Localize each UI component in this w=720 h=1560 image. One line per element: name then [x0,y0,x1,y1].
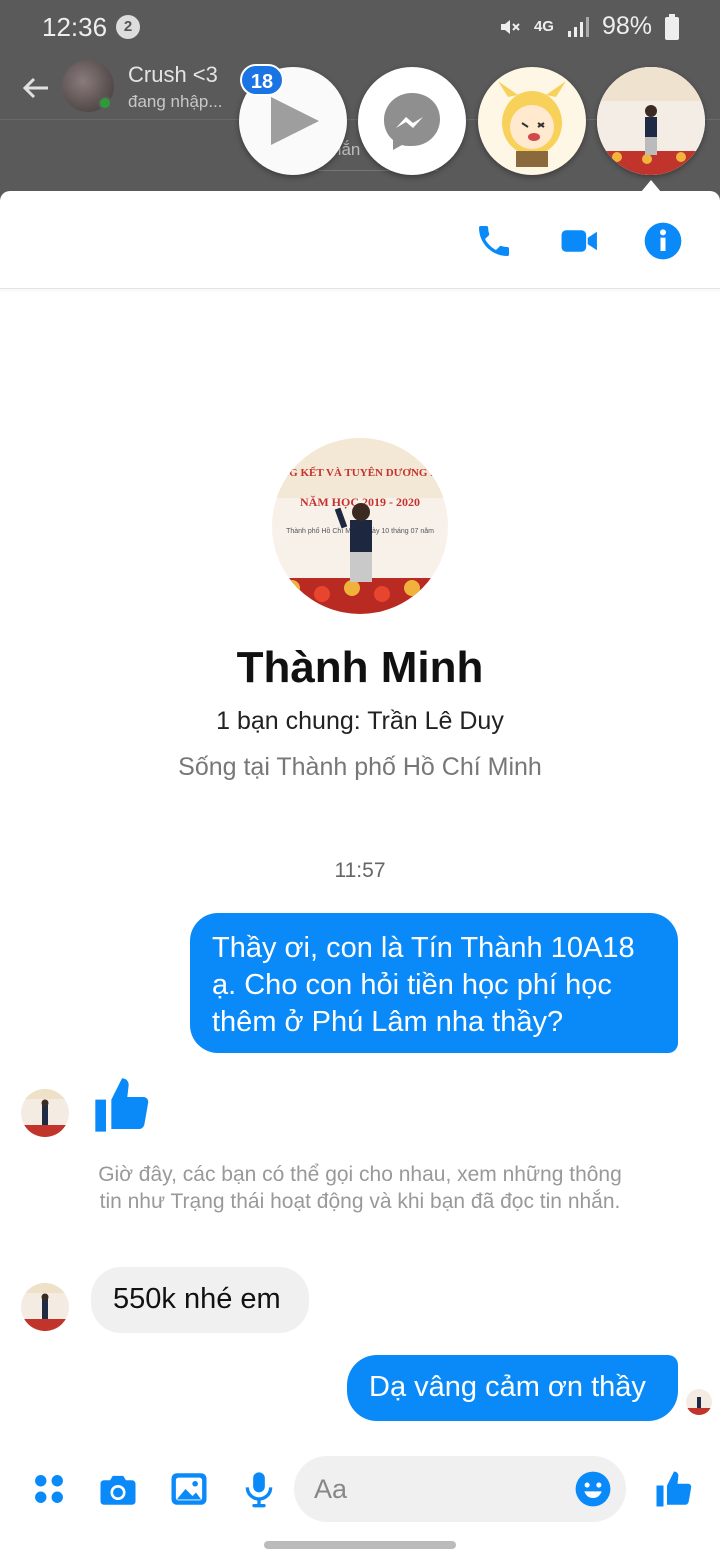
message-input-container[interactable] [294,1456,626,1522]
thumbs-up-icon [656,1471,692,1507]
profile-photo-thumb [597,67,705,175]
camera-button[interactable] [96,1467,140,1511]
mute-icon [500,19,520,34]
info-button[interactable] [643,221,683,261]
thanh-minh-chat-head[interactable] [597,67,705,175]
outgoing-message[interactable]: Dạ vâng cảm ơn thầy [347,1355,678,1421]
image-icon [171,1473,207,1505]
anime-character-icon [498,81,566,167]
voice-record-button[interactable] [237,1467,281,1511]
online-indicator [98,96,112,110]
more-actions-button[interactable] [27,1467,71,1511]
microphone-icon [245,1472,273,1508]
signal-icon [567,16,589,37]
background-contact-name: Crush <3 [128,62,218,87]
camera-icon [100,1475,136,1505]
unread-count-badge: 18 [240,64,284,96]
status-icons: 4G 98% [498,12,680,41]
notification-count-badge: 2 [116,15,140,39]
like-sticker-message[interactable] [90,1073,154,1142]
messenger-logo-icon [384,93,440,150]
contact-avatar [21,1089,69,1137]
phone-icon [479,226,509,256]
send-like-button[interactable] [652,1467,696,1511]
back-arrow-icon[interactable] [20,72,52,104]
home-gesture-handle[interactable] [264,1541,456,1549]
smiley-icon [575,1471,611,1507]
system-navigation-bar [0,1534,720,1560]
incoming-message[interactable]: 550k nhé em [91,1267,309,1333]
message-timestamp: 11:57 [334,859,386,882]
messenger-chat-head[interactable] [358,67,466,175]
video-camera-icon [561,230,597,252]
voice-call-button[interactable] [474,221,514,261]
contact-avatar [21,1283,69,1331]
photo-banner-top: NG KẾT VÀ TUYÊN DƯƠNG H [281,466,439,479]
chat-panel: NG KẾT VÀ TUYÊN DƯƠNG H NĂM HỌC 2019 - 2… [0,191,720,1560]
status-time: 12:36 [42,12,108,42]
seen-avatar-image [686,1389,712,1415]
background-contact-status: đang nhập... [128,92,223,111]
thumbs-up-icon [95,1078,149,1132]
info-icon [644,222,682,260]
system-notice: Giờ đây, các bạn có thể gọi cho nhau, xe… [98,1163,622,1213]
location-text: Sống tại Thành phố Hồ Chí Minh [178,753,542,781]
contact-avatar-image [21,1089,69,1137]
profile-photo[interactable]: NG KẾT VÀ TUYÊN DƯƠNG H NĂM HỌC 2019 - 2… [272,438,448,614]
message-composer [0,1443,720,1543]
contact-avatar-image [21,1283,69,1331]
emoji-button[interactable] [574,1470,612,1508]
status-bar: 12:36 2 4G 98% [0,0,720,56]
profile-photo-image: NG KẾT VÀ TUYÊN DƯƠNG H NĂM HỌC 2019 - 2… [272,438,448,614]
gallery-button[interactable] [167,1467,211,1511]
chat-toolbar [0,191,720,289]
mutual-friends-text: 1 bạn chung: Trần Lê Duy [216,707,504,735]
outgoing-message[interactable]: Thầy ơi, con là Tín Thành 10A18 ạ. Cho c… [190,913,678,1053]
four-dots-icon [35,1475,63,1503]
video-call-button[interactable] [560,221,600,261]
battery-percent: 98% [601,12,652,40]
message-input[interactable] [314,1472,554,1506]
anime-sticker-chat-head[interactable] [478,67,586,175]
seen-indicator-avatar [686,1389,712,1415]
battery-icon [665,13,679,40]
network-type-label: 4G [533,18,554,35]
chat-head-pointer [641,180,661,192]
profile-name: Thành Minh [236,643,484,692]
